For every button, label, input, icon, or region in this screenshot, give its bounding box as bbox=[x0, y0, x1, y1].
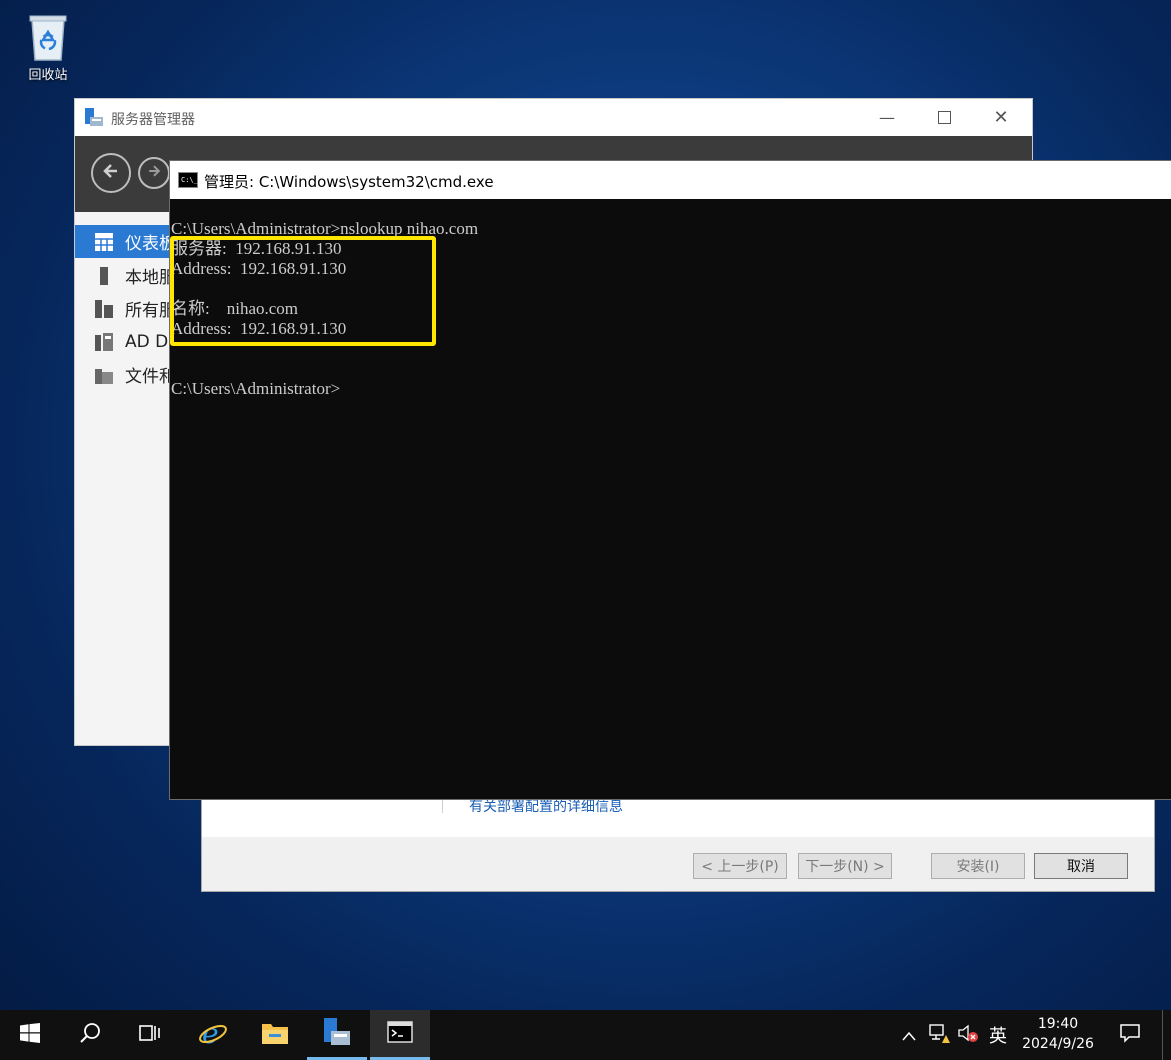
server-manager-titlebar[interactable]: 服务器管理器 — ✕ bbox=[75, 99, 1032, 136]
server-manager-taskbar-button[interactable] bbox=[307, 1010, 367, 1060]
search-icon bbox=[79, 1022, 101, 1048]
cmd-titlebar[interactable]: C:\_ 管理员: C:\Windows\system32\cmd.exe bbox=[170, 161, 1171, 199]
ime-indicator[interactable]: 英 bbox=[987, 1010, 1009, 1060]
sidebar-item-dashboard[interactable]: 仪表板 bbox=[75, 225, 170, 258]
clock-date: 2024/9/26 bbox=[1022, 1036, 1094, 1052]
sidebar-item-all-servers[interactable]: 所有服务器 bbox=[75, 292, 170, 325]
sidebar-item-label: AD DS bbox=[125, 331, 170, 352]
sidebar-item-label: 本地服务器 bbox=[125, 268, 170, 288]
internet-explorer-button[interactable]: e bbox=[183, 1010, 243, 1060]
cmd-icon bbox=[387, 1020, 413, 1047]
recycle-bin[interactable]: 回收站 bbox=[14, 6, 82, 94]
start-icon bbox=[20, 1023, 40, 1047]
file-explorer-button[interactable] bbox=[245, 1010, 305, 1060]
arrow-right-icon bbox=[146, 163, 162, 183]
network-status-button[interactable] bbox=[927, 1010, 951, 1060]
volume-muted-icon bbox=[957, 1022, 979, 1048]
highlight-box bbox=[170, 236, 436, 346]
cmd-app-icon: C:\_ bbox=[178, 172, 198, 188]
minimize-button[interactable]: — bbox=[858, 99, 916, 136]
file-storage-icon bbox=[95, 366, 113, 384]
sidebar-item-label: 所有服务器 bbox=[125, 301, 170, 321]
cancel-button[interactable]: 取消 bbox=[1034, 853, 1128, 879]
search-button[interactable] bbox=[60, 1010, 120, 1060]
clock[interactable]: 19:40 2024/9/26 bbox=[1012, 1014, 1104, 1054]
recycle-bin-label: 回收站 bbox=[28, 68, 68, 83]
dashboard-icon bbox=[95, 232, 113, 251]
all-servers-icon bbox=[95, 299, 113, 318]
start-button[interactable] bbox=[0, 1010, 60, 1060]
server-manager-title: 服务器管理器 bbox=[111, 112, 195, 128]
close-button[interactable]: ✕ bbox=[972, 99, 1030, 136]
network-warning-icon bbox=[928, 1022, 950, 1048]
clock-time: 19:40 bbox=[1037, 1016, 1079, 1032]
taskbar: e 英 19:40 2024/9/26 bbox=[0, 1010, 1171, 1060]
local-server-icon bbox=[95, 266, 113, 285]
file-explorer-icon bbox=[261, 1021, 289, 1049]
server-manager-icon bbox=[322, 1017, 352, 1051]
next-button[interactable]: 下一步(N) > bbox=[798, 853, 892, 879]
ie-icon: e bbox=[198, 1017, 228, 1052]
cmd-title: 管理员: C:\Windows\system32\cmd.exe bbox=[204, 173, 494, 191]
server-manager-app-icon bbox=[84, 107, 104, 127]
prev-button[interactable]: < 上一步(P) bbox=[693, 853, 787, 879]
tray-overflow-button[interactable] bbox=[898, 1010, 920, 1060]
sidebar-item-label: 文件和存储服务 bbox=[125, 367, 170, 387]
arrow-left-icon bbox=[101, 161, 121, 185]
action-center-button[interactable] bbox=[1115, 1010, 1145, 1060]
add-roles-wizard: 有关部署配置的详细信息 < 上一步(P) 下一步(N) > 安装(I) 取消 bbox=[201, 790, 1155, 892]
task-view-icon bbox=[139, 1023, 161, 1047]
sidebar-item-file-storage[interactable]: 文件和存储服务 bbox=[75, 358, 170, 391]
recycle-bin-icon bbox=[26, 10, 70, 62]
console-line: C:\Users\Administrator> bbox=[171, 379, 341, 398]
maximize-button[interactable] bbox=[915, 99, 973, 136]
show-desktop-button[interactable] bbox=[1162, 1010, 1163, 1060]
notification-icon bbox=[1120, 1023, 1140, 1047]
back-button[interactable] bbox=[91, 153, 131, 193]
task-view-button[interactable] bbox=[120, 1010, 180, 1060]
cmd-window[interactable]: C:\_ 管理员: C:\Windows\system32\cmd.exe C:… bbox=[169, 160, 1171, 800]
ad-ds-icon bbox=[95, 332, 113, 351]
chevron-up-icon bbox=[902, 1026, 916, 1045]
sidebar-item-label: 仪表板 bbox=[125, 234, 170, 254]
sidebar-item-ad-ds[interactable]: AD DS bbox=[75, 325, 170, 358]
forward-button[interactable] bbox=[138, 157, 170, 189]
maximize-icon bbox=[937, 111, 951, 124]
install-button[interactable]: 安装(I) bbox=[931, 853, 1025, 879]
volume-button[interactable] bbox=[956, 1010, 980, 1060]
close-icon: ✕ bbox=[993, 107, 1009, 128]
server-manager-sidebar: 仪表板 本地服务器 所有服务器 AD DS 文件和存储服务 bbox=[75, 212, 170, 745]
cmd-taskbar-button[interactable] bbox=[370, 1010, 430, 1060]
minimize-icon: — bbox=[879, 108, 895, 127]
sidebar-item-local-server[interactable]: 本地服务器 bbox=[75, 259, 170, 292]
